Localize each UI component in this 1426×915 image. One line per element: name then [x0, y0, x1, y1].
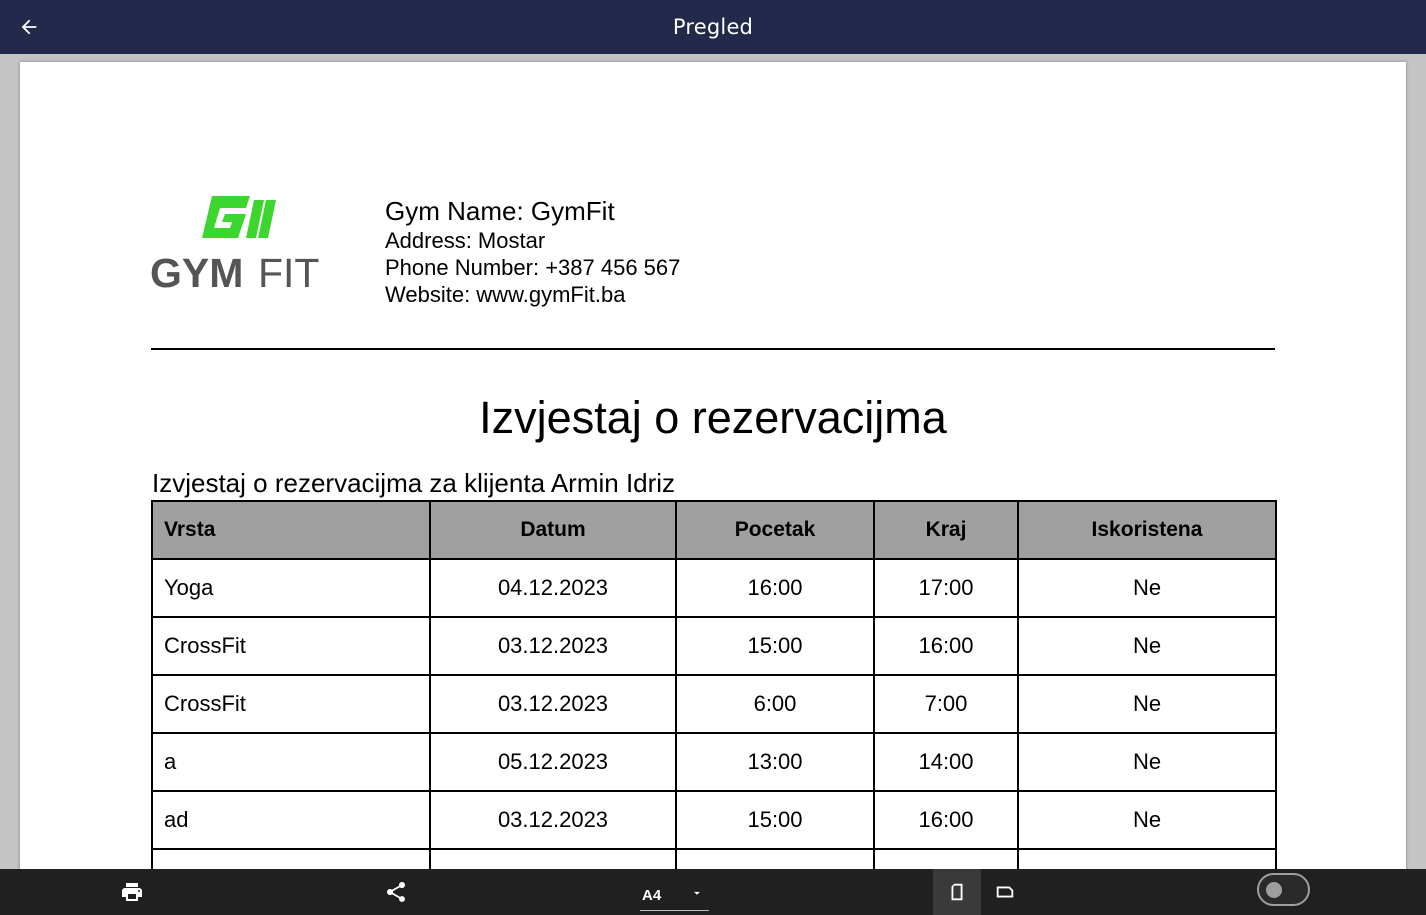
print-icon [122, 883, 142, 901]
cell-pocetak: 15:00 [675, 616, 875, 676]
column-header-pocetak: Pocetak [675, 500, 875, 560]
cell-pocetak: 6:00 [675, 674, 875, 734]
table-row: CrossFit 03.12.2023 15:00 16:00 Ne [151, 616, 1277, 676]
gym-phone: Phone Number: +387 456 567 [385, 255, 681, 280]
gym-website: Website: www.gymFit.ba [385, 282, 626, 307]
cell-iskoristena: Ne [1017, 790, 1277, 850]
gymfit-logo-graphic: GYM FIT [150, 196, 319, 296]
cell-kraj: 17:00 [873, 558, 1019, 618]
cell-vrsta: CrossFit [151, 616, 431, 676]
page-title: Pregled [672, 15, 754, 39]
share-button[interactable] [372, 869, 420, 915]
column-header-vrsta: Vrsta [151, 500, 431, 560]
table-row [151, 848, 1277, 869]
cell-pocetak: 15:00 [675, 790, 875, 850]
cell-kraj [873, 848, 1019, 869]
cell-vrsta: CrossFit [151, 674, 431, 734]
cell-iskoristena: Ne [1017, 674, 1277, 734]
gym-name: Gym Name: GymFit [385, 196, 615, 226]
table-row: ad 03.12.2023 15:00 16:00 Ne [151, 790, 1277, 850]
cell-iskoristena [1017, 848, 1277, 869]
paper-size-dropdown[interactable]: A4 [640, 875, 709, 911]
table-row: a 05.12.2023 13:00 14:00 Ne [151, 732, 1277, 792]
paper-size-value: A4 [642, 887, 662, 904]
pdf-actions-bar: A4 [0, 869, 1426, 915]
header-divider [151, 348, 1275, 350]
cell-datum: 03.12.2023 [429, 616, 677, 676]
cell-datum: 04.12.2023 [429, 558, 677, 618]
cell-vrsta: a [151, 732, 431, 792]
table-row: CrossFit 03.12.2023 6:00 7:00 Ne [151, 674, 1277, 734]
cell-iskoristena: Ne [1017, 616, 1277, 676]
print-button[interactable] [108, 869, 156, 915]
cell-vrsta [151, 848, 431, 869]
cell-kraj: 14:00 [873, 732, 1019, 792]
cell-pocetak: 13:00 [675, 732, 875, 792]
share-icon [387, 882, 405, 902]
landscape-orientation-icon [996, 886, 1014, 898]
cell-kraj: 7:00 [873, 674, 1019, 734]
logo-text-gym: GYM [150, 250, 243, 292]
report-title: Izvjestaj o rezervacijma [479, 392, 947, 443]
pdf-preview-area[interactable]: GYM FIT Gym Name: GymFit Address: Mostar… [0, 54, 1426, 869]
cell-datum: 03.12.2023 [429, 674, 677, 734]
cell-iskoristena: Ne [1017, 558, 1277, 618]
table-row: Yoga 04.12.2023 16:00 17:00 Ne [151, 558, 1277, 618]
logo-monogram [202, 196, 276, 238]
cell-vrsta: ad [151, 790, 431, 850]
cell-datum [429, 848, 677, 869]
gym-info-block: Gym Name: GymFit Address: Mostar Phone N… [385, 195, 680, 308]
portrait-orientation-button[interactable] [933, 869, 981, 915]
cell-iskoristena: Ne [1017, 732, 1277, 792]
column-header-iskoristena: Iskoristena [1017, 500, 1277, 560]
caret-down-icon [694, 891, 700, 895]
column-header-datum: Datum [429, 500, 677, 560]
pdf-page: GYM FIT Gym Name: GymFit Address: Mostar… [20, 62, 1406, 869]
gymfit-logo: GYM FIT [150, 192, 340, 296]
app-bar: Pregled [0, 0, 1426, 54]
logo-text-fit: FIT [258, 250, 319, 292]
toggle-switch[interactable] [1257, 873, 1310, 906]
column-header-kraj: Kraj [873, 500, 1019, 560]
table-header-row: Vrsta Datum Pocetak Kraj Iskoristena [151, 500, 1277, 560]
report-subtitle: Izvjestaj o rezervacijma za klijenta Arm… [152, 468, 676, 498]
toggle-knob [1266, 882, 1282, 898]
cell-datum: 03.12.2023 [429, 790, 677, 850]
gym-address: Address: Mostar [385, 228, 546, 253]
landscape-orientation-button[interactable] [981, 869, 1029, 915]
portrait-orientation-icon [951, 883, 963, 901]
cell-pocetak [675, 848, 875, 869]
reservations-table: Vrsta Datum Pocetak Kraj Iskoristena Yog… [151, 500, 1277, 869]
cell-kraj: 16:00 [873, 790, 1019, 850]
cell-pocetak: 16:00 [675, 558, 875, 618]
cell-vrsta: Yoga [151, 558, 431, 618]
cell-kraj: 16:00 [873, 616, 1019, 676]
cell-datum: 05.12.2023 [429, 732, 677, 792]
